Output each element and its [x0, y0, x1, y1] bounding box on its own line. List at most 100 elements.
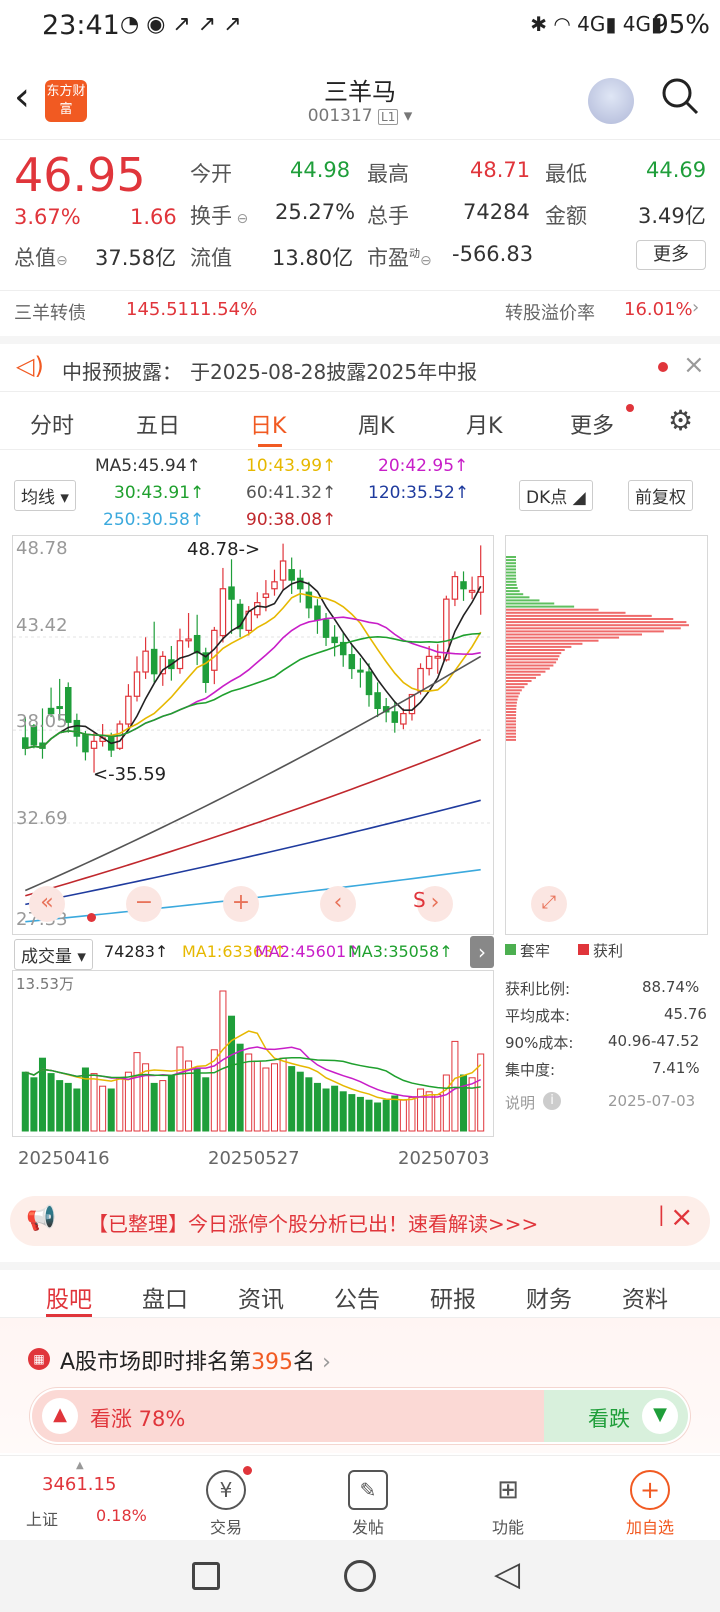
volume-bar: [228, 1015, 236, 1132]
rewind-icon[interactable]: «: [29, 886, 65, 922]
chip-bar: [506, 692, 520, 695]
more-button[interactable]: 更多: [636, 240, 706, 270]
volume-bar: [391, 1095, 399, 1132]
tab-more[interactable]: 更多: [570, 408, 614, 440]
volume-selector[interactable]: 成交量 ▾: [14, 939, 93, 970]
disclosure-notice[interactable]: ◁) 中报预披露： 于2025-08-28披露2025年中报 ×: [0, 336, 720, 392]
concentration-label: 集中度:: [505, 1061, 556, 1079]
volume-bar: [279, 1057, 287, 1132]
expand-panel-icon[interactable]: ›: [470, 936, 494, 968]
chip-bar: [506, 602, 555, 605]
candle: [193, 634, 201, 654]
recent-apps-icon[interactable]: [192, 1562, 220, 1590]
candle: [400, 713, 407, 725]
close-icon[interactable]: ×: [683, 350, 705, 380]
convertible-row[interactable]: 三羊转债 145.511 1.54% 转股溢价率 16.01% ›: [0, 290, 720, 330]
tab-guba[interactable]: 股吧: [46, 1280, 92, 1314]
tab-profile[interactable]: 资料: [622, 1280, 668, 1314]
tab-monthly-k[interactable]: 月K: [466, 408, 502, 440]
chip-bar: [506, 658, 558, 661]
chip-bar: [506, 686, 525, 689]
chip-bar: [506, 583, 517, 586]
tab-research[interactable]: 研报: [430, 1280, 476, 1314]
price-axis-mid1: 43.42: [16, 615, 68, 636]
index-ticker[interactable]: ▲ 3461.15 上证 0.18%: [0, 1456, 150, 1541]
chip-bar: [506, 714, 517, 717]
tab-five-day[interactable]: 五日: [136, 408, 180, 440]
chevron-down-icon: ▾: [403, 106, 413, 126]
volume-bar: [236, 1043, 244, 1132]
info-icon[interactable]: i: [543, 1092, 561, 1110]
tab-finance[interactable]: 财务: [526, 1280, 572, 1314]
tab-pankou[interactable]: 盘口: [142, 1280, 188, 1314]
date-end: 20250703: [398, 1148, 490, 1169]
adjust-button[interactable]: 前复权: [628, 480, 693, 511]
info-icon[interactable]: ⊖: [56, 253, 68, 269]
vote-up-label: 看涨 78%: [90, 1407, 186, 1431]
vote-down-bar[interactable]: 看跌 ▼: [543, 1390, 688, 1442]
info-icon[interactable]: ⊖: [232, 211, 248, 227]
stock-header: ‹ 东方财富 三羊马 001317 L1 ▾: [0, 60, 720, 140]
volume-bar: [81, 1067, 89, 1132]
tab-daily-k[interactable]: 日K: [250, 408, 286, 440]
pe-sup: 动: [409, 247, 420, 260]
chip-distribution-chart[interactable]: ⤢: [505, 535, 708, 935]
close-icon[interactable]: ×: [670, 1200, 693, 1233]
chip-bar: [506, 707, 517, 710]
candle: [331, 636, 338, 644]
chip-bar: [506, 587, 518, 589]
candle: [73, 719, 81, 737]
candle: [314, 605, 321, 621]
chip-bar: [506, 580, 517, 583]
settings-gear-icon[interactable]: ⚙: [668, 404, 693, 437]
price-axis-top: 48.78: [16, 538, 68, 559]
volume-bar: [382, 1099, 390, 1132]
status-bar: 23:41 ◔ ◉ ↗ ↗ ↗ ✱ ◠ 4G▮ 4G▮ 95%: [0, 0, 720, 56]
info-icon[interactable]: ⊖: [420, 253, 432, 269]
status-time: 23:41: [42, 10, 120, 41]
candle: [185, 638, 192, 642]
chip-bar: [506, 652, 562, 655]
home-icon[interactable]: [344, 1560, 376, 1592]
chip-bar: [506, 661, 557, 664]
volume-chart[interactable]: 13.53万: [12, 970, 494, 1137]
high-value: 48.71: [470, 158, 531, 182]
volume-value: 74284: [463, 200, 530, 224]
low-marker: <-35.59: [93, 764, 167, 785]
tab-weekly-k[interactable]: 周K: [358, 408, 394, 440]
nav-post-label: 发帖: [351, 1518, 384, 1537]
zoom-out-icon[interactable]: −: [126, 886, 162, 922]
legend-profit-swatch: [578, 944, 589, 955]
vote-up-bar[interactable]: ▲ 看涨 78%: [32, 1390, 544, 1442]
network-2: 4G: [622, 12, 651, 36]
tab-news[interactable]: 资讯: [238, 1280, 284, 1314]
chip-bar: [506, 624, 689, 627]
chip-bar: [506, 701, 517, 704]
candle: [125, 695, 132, 725]
tab-intraday[interactable]: 分时: [30, 408, 74, 440]
chip-bar: [506, 655, 560, 658]
price-chart[interactable]: 48.78 43.42 38.05 32.69 27.33 48.78-> <-…: [12, 535, 494, 935]
search-icon[interactable]: [660, 76, 700, 116]
chip-bar: [506, 732, 517, 735]
ma-selector[interactable]: 均线 ▾: [14, 480, 76, 511]
volume-bar: [99, 1085, 107, 1132]
expand-icon[interactable]: ⤢: [531, 886, 567, 922]
assistant-robot-icon[interactable]: [588, 78, 634, 124]
change-pct: 3.67%: [14, 205, 81, 229]
volume-bar: [451, 1040, 459, 1132]
volume-bar: [399, 1099, 407, 1132]
note-label[interactable]: 说明: [505, 1092, 535, 1113]
dk-point-button[interactable]: DK点 ◢: [519, 480, 593, 511]
candle: [150, 648, 158, 675]
zoom-in-icon[interactable]: +: [223, 886, 259, 922]
limit-up-banner[interactable]: 📢 【已整理】今日涨停个股分析已出！速看解读>>> | ×: [10, 1196, 710, 1246]
active-tab-indicator: [46, 1314, 92, 1317]
step-back-icon[interactable]: ‹: [320, 886, 356, 922]
open-label: 今开: [190, 162, 232, 186]
rank-text[interactable]: A股市场即时排名第395名 ›: [60, 1344, 331, 1376]
tab-announcements[interactable]: 公告: [334, 1280, 380, 1314]
back-triangle-icon[interactable]: ◁: [494, 1554, 520, 1594]
ma5-line: [25, 580, 482, 750]
chevron-right-icon: ›: [692, 297, 700, 318]
